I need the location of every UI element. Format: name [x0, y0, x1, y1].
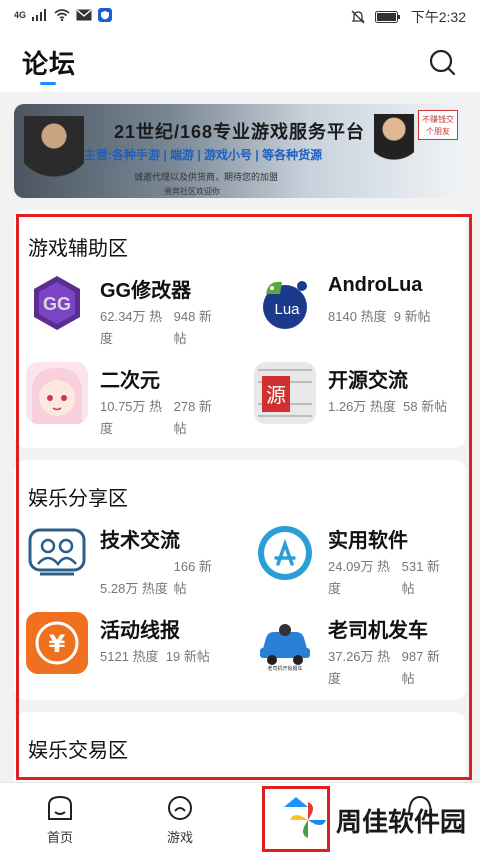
forum-name: GG修改器 [100, 280, 192, 302]
forum-item-gg[interactable]: GG GG修改器 62.34万 热度 948 新帖 [26, 272, 246, 346]
banner-line4: 贵宾社区欢迎你 [164, 187, 220, 196]
svg-text:源: 源 [266, 383, 286, 407]
gg-modifier-icon: GG [26, 272, 88, 334]
banner-person-image [374, 114, 414, 198]
forum-stats: 24.09万 热度 531 新帖 [328, 556, 458, 600]
section-title: 娱乐分享区 [28, 488, 128, 510]
pinwheel-logo-icon [290, 802, 326, 838]
forum-posts: 19 新帖 [165, 649, 210, 664]
forum-name: 二次元 [100, 370, 160, 392]
forum-stats: 62.34万 热度 948 新帖 [100, 306, 230, 350]
banner-badge: 不赚钱交个朋友 [418, 110, 458, 140]
page-title: 论坛 [22, 49, 77, 79]
title-underline [40, 82, 56, 85]
game-icon [168, 796, 192, 820]
car-icon: 老司机开始摄车 [254, 612, 316, 674]
shield-icon [98, 8, 113, 22]
signal-icon [32, 9, 47, 21]
status-bar: 4G 下午2:32 [0, 0, 480, 32]
forum-stats: 37.26万 热度 987 新帖 [328, 646, 458, 690]
yen-icon: ¥ [26, 612, 88, 674]
section-card-game-assist: 游戏辅助区 GG GG修改器 62.34万 热度 948 新帖 Lua Andr… [14, 210, 466, 448]
svg-text:Lua: Lua [274, 301, 300, 318]
search-icon[interactable] [428, 48, 456, 76]
forum-content[interactable]: 21世纪/168专业游戏服务平台 主营:各种手游 | 端游 | 游戏小号 | 等… [0, 92, 480, 792]
mute-bell-icon [351, 10, 365, 24]
tab-home[interactable]: 首页 [20, 789, 100, 849]
anime-girl-icon [26, 362, 88, 424]
svg-text:GG: GG [43, 294, 71, 314]
forum-heat: 10.75万 热度 [100, 399, 163, 436]
forum-posts: 531 新帖 [401, 559, 440, 596]
home-icon [48, 795, 72, 820]
watermark: 周佳软件园 [288, 800, 466, 840]
watermark-text: 周佳软件园 [336, 806, 467, 837]
forum-heat: 8140 热度 [328, 309, 387, 324]
forum-posts: 9 新帖 [393, 309, 431, 324]
battery-icon [374, 11, 400, 23]
banner-subline: 主营:各种手游 | 端游 | 游戏小号 | 等各种货源 [84, 148, 323, 162]
forum-heat: 62.34万 热度 [100, 309, 163, 346]
forum-name: AndroLua [328, 274, 423, 296]
forum-posts: 58 新帖 [403, 399, 448, 414]
network-label: 4G [14, 10, 27, 20]
status-time: 下午2:32 [410, 9, 466, 25]
forum-stats: 10.75万 热度 278 新帖 [100, 396, 230, 440]
svg-text:¥: ¥ [49, 630, 66, 658]
forum-heat: 37.26万 热度 [328, 649, 391, 686]
forum-item-events[interactable]: ¥ 活动线报 5121 热度 19 新帖 [26, 612, 246, 684]
androlua-icon: Lua [254, 272, 316, 334]
forum-stats: 5121 热度 19 新帖 [100, 646, 250, 668]
forum-name: 技术交流 [100, 530, 180, 552]
svg-text:老司机开始摄车: 老司机开始摄车 [267, 665, 302, 672]
people-icon [26, 522, 88, 584]
forum-item-anime[interactable]: 二次元 10.75万 热度 278 新帖 [26, 362, 246, 436]
forum-heat: 24.09万 热度 [328, 559, 391, 596]
forum-posts: 278 新帖 [173, 399, 212, 436]
banner-line3: 诚邀代理以及供货商，期待您的加盟 [134, 172, 279, 182]
forum-stats: 8140 热度 9 新帖 [328, 306, 468, 328]
section-title: 娱乐交易区 [28, 740, 128, 762]
section-title: 游戏辅助区 [28, 238, 128, 260]
app-store-icon [254, 522, 316, 584]
forum-item-driver[interactable]: 老司机开始摄车 老司机发车 37.26万 热度 987 新帖 [254, 612, 474, 686]
banner-soldier-image [24, 116, 84, 196]
tab-label: 首页 [46, 830, 73, 845]
forum-posts: 166 新帖 [173, 559, 212, 596]
forum-heat: 1.26万 热度 [328, 399, 396, 414]
forum-name: 活动线报 [100, 620, 180, 642]
tab-game[interactable]: 游戏 [140, 789, 220, 849]
forum-heat: 5121 热度 [100, 649, 159, 664]
forum-name: 实用软件 [328, 530, 408, 552]
tab-label: 游戏 [166, 830, 193, 845]
forum-stats: 5.28万 热度 166 新帖 [100, 556, 230, 600]
forum-item-androlua[interactable]: Lua AndroLua 8140 热度 9 新帖 [254, 272, 474, 344]
forum-heat: 5.28万 热度 [100, 581, 168, 596]
section-card-entertainment-share: 娱乐分享区 技术交流 5.28万 热度 166 新帖 实用软件 24.09万 热… [14, 460, 466, 700]
forum-posts: 987 新帖 [401, 649, 440, 686]
forum-item-open-source[interactable]: 源 开源交流 1.26万 热度 58 新帖 [254, 362, 474, 434]
header: 论坛 [0, 32, 480, 92]
wifi-icon [54, 9, 70, 21]
open-source-icon: 源 [254, 362, 316, 424]
ad-banner[interactable]: 21世纪/168专业游戏服务平台 主营:各种手游 | 端游 | 游戏小号 | 等… [14, 104, 466, 198]
section-card-entertainment-trade: 娱乐交易区 [14, 712, 466, 792]
forum-name: 老司机发车 [328, 620, 428, 642]
forum-item-software[interactable]: 实用软件 24.09万 热度 531 新帖 [254, 522, 474, 596]
mail-icon [76, 9, 92, 21]
forum-name: 开源交流 [328, 370, 408, 392]
forum-item-tech[interactable]: 技术交流 5.28万 热度 166 新帖 [26, 522, 246, 596]
banner-headline: 21世纪/168专业游戏服务平台 [114, 122, 366, 142]
forum-posts: 948 新帖 [173, 309, 212, 346]
forum-stats: 1.26万 热度 58 新帖 [328, 396, 478, 418]
